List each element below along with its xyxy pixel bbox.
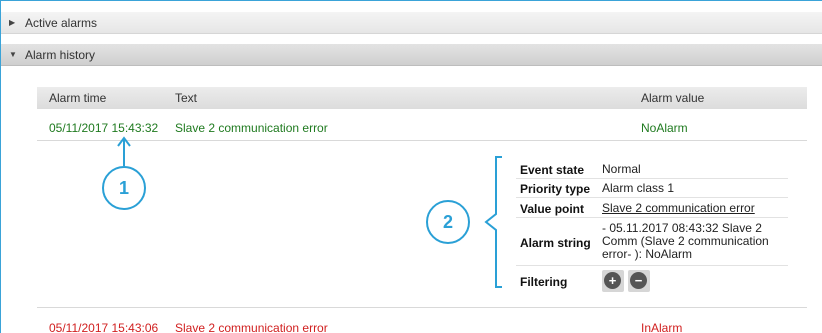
alarm-text-cell: Slave 2 communication error — [175, 321, 328, 333]
table-row[interactable]: 05/11/2017 15:43:06 Slave 2 communicatio… — [37, 317, 807, 333]
row-divider — [37, 307, 807, 308]
alarm-time-cell: 05/11/2017 15:43:06 — [49, 321, 159, 333]
callout-badge-2: 2 — [426, 200, 470, 244]
alarm-value-cell: InAlarm — [641, 321, 683, 333]
curly-bracket-icon — [484, 156, 502, 288]
callout-badge-1: 1 — [102, 166, 146, 210]
